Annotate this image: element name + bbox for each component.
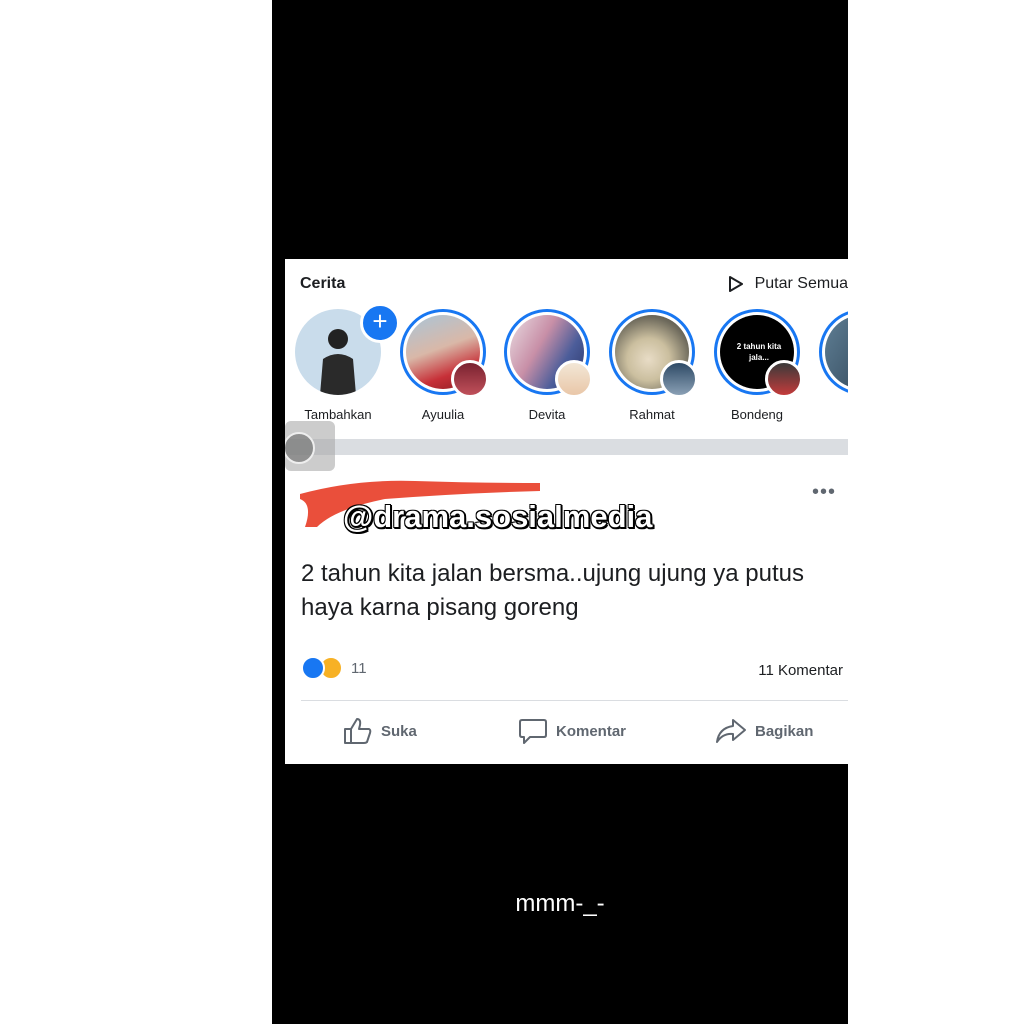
feed-separator — [285, 439, 848, 455]
story-add[interactable]: + Tambahkan — [290, 303, 400, 422]
play-icon — [728, 276, 743, 292]
comment-icon — [519, 719, 547, 744]
share-button[interactable]: Bagikan — [715, 717, 813, 745]
story-name: Tambahkan — [304, 407, 372, 422]
story-thumbnail — [825, 315, 848, 389]
caption-text: mmm-_- — [515, 890, 605, 917]
story-name: Rahmat — [629, 407, 675, 422]
share-label: Bagikan — [755, 722, 814, 740]
story-devita[interactable]: Devita — [499, 309, 595, 422]
stories-title: Cerita — [300, 275, 346, 292]
share-icon — [716, 719, 746, 743]
comment-count[interactable]: 11 Komentar — [758, 662, 843, 679]
story-name: Bondeng — [730, 407, 784, 422]
avatar — [660, 360, 698, 398]
more-options-icon[interactable]: ••• — [812, 481, 836, 504]
like-label: Suka — [381, 722, 417, 740]
story-rahmat[interactable]: Rahmat — [604, 309, 700, 422]
watermark: @drama.sosialmedia — [343, 499, 653, 534]
avatar — [765, 360, 803, 398]
avatar — [555, 360, 593, 398]
story-name: Devita — [528, 407, 566, 422]
story-next[interactable] — [814, 309, 848, 395]
like-reaction-icon — [301, 656, 325, 680]
reaction-count: 11 — [351, 659, 367, 677]
post-text: 2 tahun kita jalan bersma..ujung ujung y… — [301, 560, 805, 621]
comment-label: Komentar — [556, 722, 627, 740]
thumbs-up-icon — [344, 718, 372, 744]
add-story-plus-icon[interactable]: + — [360, 303, 400, 343]
story-preview-text: 2 tahun kita jala... — [736, 342, 782, 362]
play-all-button[interactable]: Putar Semua — [728, 275, 848, 293]
reaction-summary[interactable]: 11 — [301, 656, 367, 680]
comment-button[interactable]: Komentar — [518, 717, 626, 745]
play-all-label: Putar Semua — [754, 275, 848, 292]
story-ayuulia[interactable]: Ayuulia — [395, 309, 491, 422]
story-bondeng[interactable]: 2 tahun kita jala... Bondeng — [709, 309, 805, 422]
divider — [301, 700, 848, 701]
facebook-screenshot-card: Cerita Putar Semua + Tambahkan Ayuulia D… — [285, 259, 848, 764]
scroll-handle[interactable] — [285, 421, 335, 471]
story-name: Ayuulia — [421, 407, 465, 422]
avatar — [451, 360, 489, 398]
like-button[interactable]: Suka — [343, 717, 417, 745]
